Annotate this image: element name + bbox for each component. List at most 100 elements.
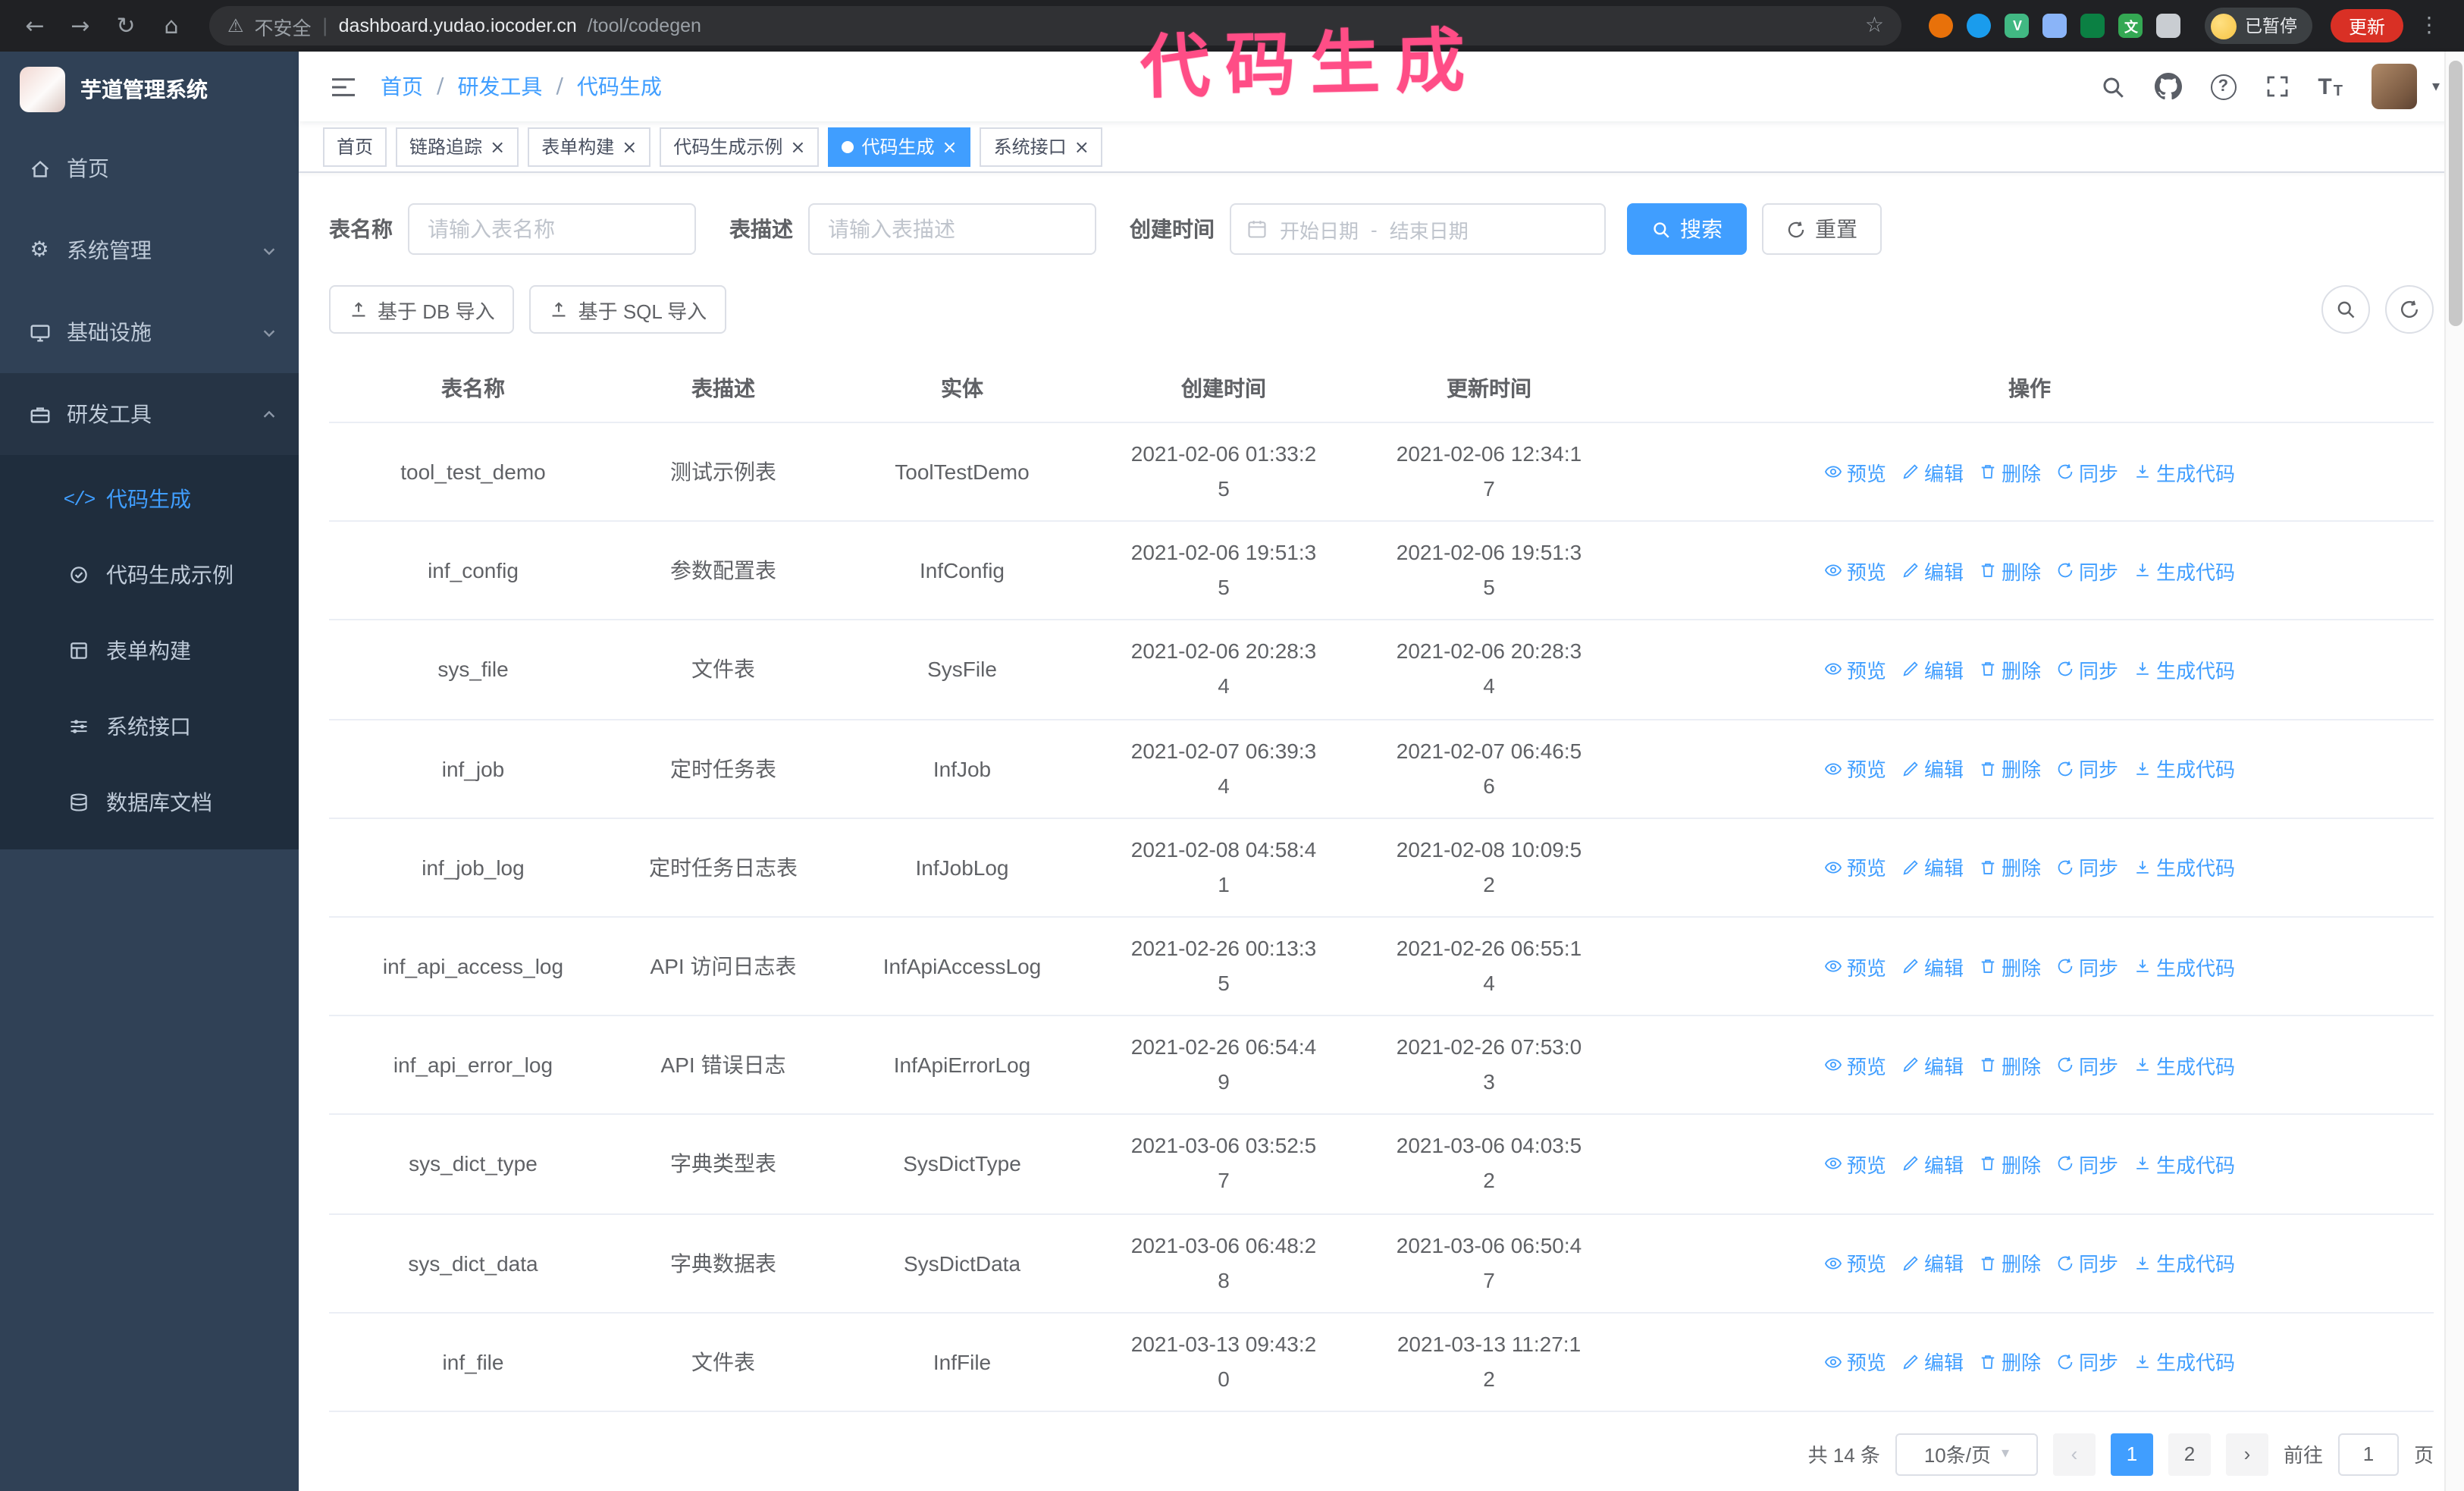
edit-link[interactable]: 编辑 — [1901, 1150, 1964, 1179]
puzzle-extension-icon[interactable] — [2156, 14, 2181, 38]
generate-link[interactable]: 生成代码 — [2133, 853, 2235, 882]
bookmark-star-icon[interactable]: ☆ — [1865, 14, 1884, 38]
delete-link[interactable]: 删除 — [1979, 557, 2041, 585]
page-scrollbar[interactable] — [2444, 52, 2464, 1491]
import-db-button[interactable]: 基于 DB 导入 — [329, 285, 515, 334]
close-icon[interactable]: × — [622, 137, 637, 155]
edit-link[interactable]: 编辑 — [1901, 853, 1964, 882]
chrome-menu-icon[interactable]: ⋮ — [2409, 6, 2449, 46]
generate-link[interactable]: 生成代码 — [2133, 1150, 2235, 1179]
search-icon[interactable] — [2099, 74, 2125, 99]
tab-codegen-example[interactable]: 代码生成示例 × — [660, 127, 820, 166]
delete-link[interactable]: 删除 — [1979, 853, 2041, 882]
edit-link[interactable]: 编辑 — [1901, 557, 1964, 585]
delete-link[interactable]: 删除 — [1979, 1050, 2041, 1079]
scrollbar-thumb[interactable] — [2449, 61, 2462, 326]
delete-link[interactable]: 删除 — [1979, 655, 2041, 684]
update-button[interactable]: 更新 — [2330, 9, 2403, 42]
import-sql-button[interactable]: 基于 SQL 导入 — [529, 285, 727, 334]
generate-link[interactable]: 生成代码 — [2133, 754, 2235, 783]
sync-link[interactable]: 同步 — [2056, 557, 2118, 585]
sync-link[interactable]: 同步 — [2056, 1348, 2118, 1376]
sidebar-item-system-manage[interactable]: ⚙ 系统管理 — [0, 209, 299, 291]
sidebar-item-codegen-example[interactable]: 代码生成示例 — [0, 537, 299, 613]
reset-button[interactable]: 重置 — [1762, 203, 1882, 255]
close-icon[interactable]: × — [490, 137, 505, 155]
tab-home[interactable]: 首页 — [323, 127, 387, 166]
tab-system-api[interactable]: 系统接口 × — [980, 127, 1103, 166]
generate-link[interactable]: 生成代码 — [2133, 557, 2235, 585]
fox-extension-icon[interactable] — [1929, 14, 1954, 38]
edit-link[interactable]: 编辑 — [1901, 754, 1964, 783]
forward-icon[interactable]: → — [61, 6, 100, 46]
github-icon[interactable] — [2154, 73, 2182, 100]
preview-link[interactable]: 预览 — [1824, 1348, 1886, 1376]
avatar[interactable] — [2371, 64, 2417, 109]
sync-link[interactable]: 同步 — [2056, 1248, 2118, 1277]
capture-extension-icon[interactable] — [2080, 14, 2105, 38]
delete-link[interactable]: 删除 — [1979, 952, 2041, 981]
delete-link[interactable]: 删除 — [1979, 457, 2041, 486]
delete-link[interactable]: 删除 — [1979, 754, 2041, 783]
preview-link[interactable]: 预览 — [1824, 1248, 1886, 1277]
refresh-table-button[interactable] — [2385, 285, 2434, 334]
generate-link[interactable]: 生成代码 — [2133, 952, 2235, 981]
sidebar-item-system-api[interactable]: 系统接口 — [0, 689, 299, 764]
people-extension-icon[interactable] — [2042, 14, 2067, 38]
goto-page-input[interactable] — [2337, 1433, 2399, 1476]
sync-link[interactable]: 同步 — [2056, 655, 2118, 684]
translate-extension-icon[interactable]: 文 — [2118, 14, 2143, 38]
reload-icon[interactable]: ↻ — [106, 6, 146, 46]
edit-link[interactable]: 编辑 — [1901, 655, 1964, 684]
preview-link[interactable]: 预览 — [1824, 754, 1886, 783]
back-icon[interactable]: ← — [15, 6, 55, 46]
preview-link[interactable]: 预览 — [1824, 1050, 1886, 1079]
sync-link[interactable]: 同步 — [2056, 952, 2118, 981]
close-icon[interactable]: × — [790, 137, 805, 155]
preview-link[interactable]: 预览 — [1824, 1150, 1886, 1179]
sync-link[interactable]: 同步 — [2056, 1150, 2118, 1179]
delete-link[interactable]: 删除 — [1979, 1348, 2041, 1376]
profile-chip[interactable]: 已暂停 — [2205, 8, 2312, 44]
edit-link[interactable]: 编辑 — [1901, 1248, 1964, 1277]
generate-link[interactable]: 生成代码 — [2133, 1348, 2235, 1376]
vue-devtools-icon[interactable]: V — [2005, 14, 2030, 38]
home-icon[interactable]: ⌂ — [152, 6, 191, 46]
sidebar-item-form-builder[interactable]: 表单构建 — [0, 613, 299, 689]
next-page-button[interactable]: › — [2225, 1433, 2268, 1476]
preview-link[interactable]: 预览 — [1824, 557, 1886, 585]
drop-extension-icon[interactable] — [1967, 14, 1992, 38]
sidebar-item-home[interactable]: 首页 — [0, 127, 299, 209]
search-button[interactable]: 搜索 — [1627, 203, 1747, 255]
breadcrumb-home[interactable]: 首页 — [381, 71, 423, 102]
table-name-input[interactable] — [408, 203, 696, 255]
sync-link[interactable]: 同步 — [2056, 457, 2118, 486]
preview-link[interactable]: 预览 — [1824, 853, 1886, 882]
generate-link[interactable]: 生成代码 — [2133, 655, 2235, 684]
edit-link[interactable]: 编辑 — [1901, 952, 1964, 981]
avatar-caret-icon[interactable]: ▾ — [2432, 78, 2440, 95]
app-logo[interactable]: 芋道管理系统 — [0, 52, 299, 127]
sidebar-item-infrastructure[interactable]: 基础设施 — [0, 291, 299, 373]
page-button-1[interactable]: 1 — [2110, 1433, 2153, 1476]
preview-link[interactable]: 预览 — [1824, 655, 1886, 684]
delete-link[interactable]: 删除 — [1979, 1150, 2041, 1179]
tab-codegen[interactable]: 代码生成 × — [828, 127, 971, 166]
sync-link[interactable]: 同步 — [2056, 754, 2118, 783]
generate-link[interactable]: 生成代码 — [2133, 457, 2235, 486]
date-range-picker[interactable]: 开始日期 - 结束日期 — [1230, 203, 1606, 255]
toggle-search-button[interactable] — [2321, 285, 2370, 334]
sidebar-item-dev-tools[interactable]: 研发工具 — [0, 373, 299, 455]
tab-tracing[interactable]: 链路追踪 × — [396, 127, 519, 166]
help-icon[interactable]: ? — [2210, 74, 2237, 99]
generate-link[interactable]: 生成代码 — [2133, 1248, 2235, 1277]
prev-page-button[interactable]: ‹ — [2052, 1433, 2096, 1476]
generate-link[interactable]: 生成代码 — [2133, 1050, 2235, 1079]
sync-link[interactable]: 同步 — [2056, 853, 2118, 882]
preview-link[interactable]: 预览 — [1824, 457, 1886, 486]
url-bar[interactable]: ⚠ 不安全 | dashboard.yudao.iocoder.cn/tool/… — [209, 6, 1902, 46]
sidebar-item-db-doc[interactable]: 数据库文档 — [0, 764, 299, 840]
font-size-icon[interactable]: TT — [2318, 74, 2343, 99]
hamburger-icon[interactable] — [317, 61, 368, 112]
preview-link[interactable]: 预览 — [1824, 952, 1886, 981]
